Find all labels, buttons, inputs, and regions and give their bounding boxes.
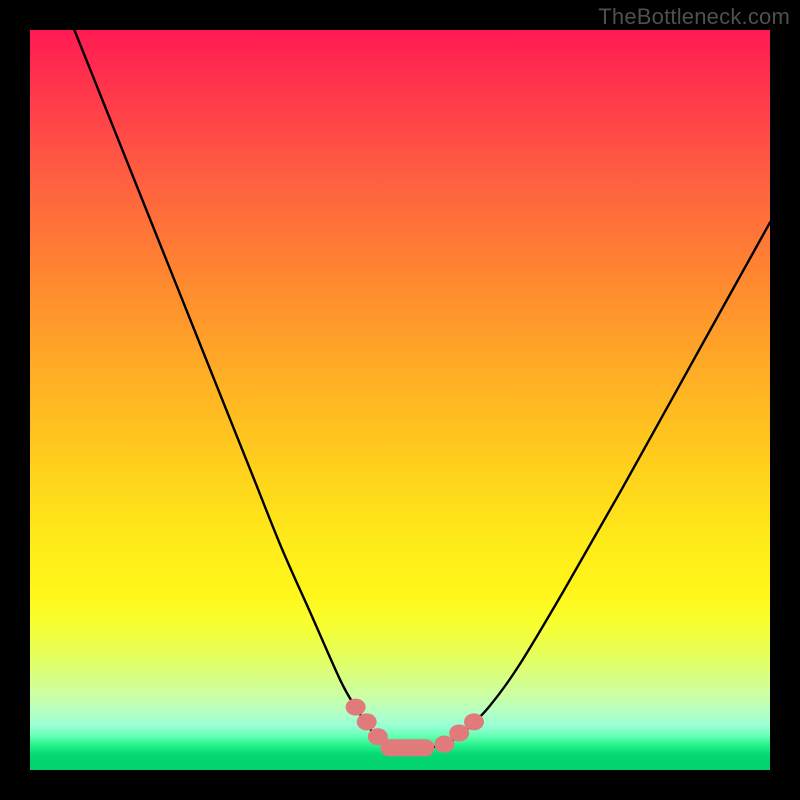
valley-markers (346, 699, 484, 757)
bottleneck-curve (74, 30, 770, 748)
valley-capsule (380, 739, 434, 756)
valley-dot (346, 699, 366, 716)
plot-area (30, 30, 770, 770)
watermark-text: TheBottleneck.com (598, 4, 790, 30)
valley-dot (357, 713, 377, 730)
valley-dot (464, 713, 484, 730)
chart-frame: TheBottleneck.com (0, 0, 800, 800)
curve-svg (30, 30, 770, 770)
